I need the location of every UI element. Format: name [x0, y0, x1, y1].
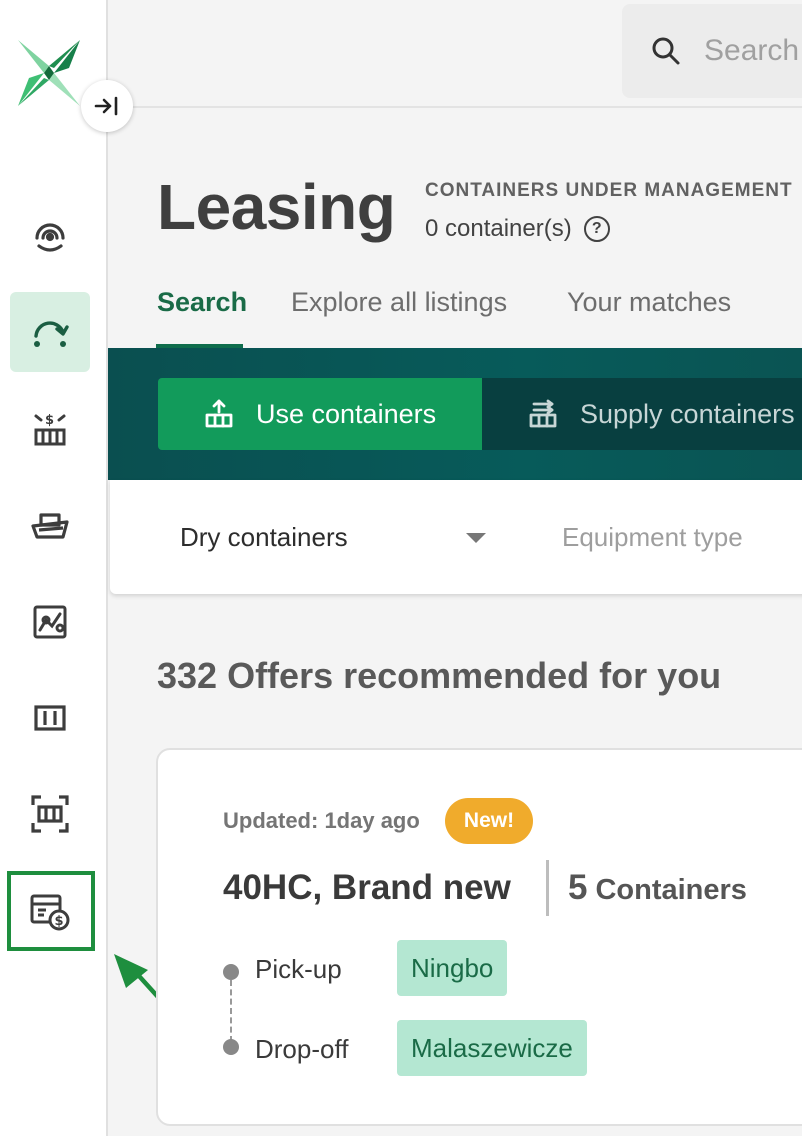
- offer-container-count: 5 Containers: [568, 868, 747, 908]
- pickup-label: Pick-up: [255, 954, 342, 984]
- tab-your-matches[interactable]: Your matches: [567, 287, 731, 318]
- sidebar-item-containers[interactable]: [10, 678, 90, 758]
- collapse-sidebar-button[interactable]: [81, 80, 133, 132]
- svg-text:$: $: [45, 413, 54, 428]
- offers-heading: 332 Offers recommended for you: [157, 655, 722, 696]
- sidebar-item-billing[interactable]: $: [10, 872, 90, 952]
- search-icon: [650, 35, 682, 67]
- containers-count: 0 container(s) ?: [425, 215, 610, 243]
- x-logo[interactable]: [14, 38, 84, 108]
- container-unload-icon: [205, 399, 233, 428]
- supply-containers-label: Supply containers: [580, 398, 795, 429]
- supply-containers-toggle[interactable]: Supply containers: [482, 378, 802, 450]
- container-trade-dollar-icon: $: [34, 413, 66, 446]
- offer-count-value: 5: [568, 868, 588, 907]
- dropoff-label: Drop-off: [255, 1034, 349, 1064]
- global-search[interactable]: [622, 4, 802, 98]
- support-headset-icon: [35, 223, 65, 252]
- container-supply-icon: [529, 399, 557, 428]
- offer-title: 40HC, Brand new: [223, 868, 511, 907]
- sidebar-item-support[interactable]: [10, 196, 90, 276]
- page-title: Leasing: [157, 171, 396, 243]
- tab-explore-all-listings[interactable]: Explore all listings: [291, 287, 507, 318]
- route-map-icon: [33, 605, 67, 639]
- sidebar-item-inspection[interactable]: [10, 774, 90, 854]
- container-icon: [34, 705, 66, 731]
- tab-search[interactable]: Search: [157, 287, 247, 318]
- search-input[interactable]: [702, 33, 802, 69]
- collapse-sidebar-icon: [94, 96, 118, 116]
- offer-divider: [546, 860, 549, 916]
- sidebar-item-trade[interactable]: $: [10, 390, 90, 470]
- svg-text:$: $: [55, 914, 64, 929]
- dropoff-location-chip: Malaszewicze: [397, 1020, 587, 1076]
- sidebar-item-leasing[interactable]: [10, 292, 90, 372]
- pickup-dot-icon: [223, 964, 239, 980]
- use-containers-toggle[interactable]: Use containers: [158, 378, 482, 450]
- search-filters: Dry containers Equipment type: [110, 480, 802, 594]
- container-scan-icon: [31, 795, 69, 833]
- route-connector: [230, 980, 232, 1042]
- dropoff-dot-icon: [223, 1039, 239, 1055]
- use-containers-label: Use containers: [256, 398, 437, 429]
- equipment-type-select[interactable]: Equipment type: [562, 522, 743, 553]
- sidebar-item-routes[interactable]: [10, 582, 90, 662]
- sidebar-nav: $ $: [0, 0, 108, 1136]
- containers-under-management-label: CONTAINERS UNDER MANAGEMENT: [425, 180, 793, 201]
- leasing-arc-arrow-icon: [34, 321, 69, 347]
- top-bar: [108, 0, 802, 108]
- pickup-location-chip: Ningbo: [397, 940, 508, 996]
- offer-count-unit: Containers: [595, 874, 747, 906]
- billing-dollar-icon: $: [30, 894, 70, 931]
- sidebar-item-shipping[interactable]: [10, 486, 90, 566]
- container-count-value: 0 container(s): [425, 215, 572, 242]
- container-type-select[interactable]: Dry containers: [180, 522, 348, 553]
- help-icon[interactable]: ?: [583, 216, 610, 242]
- offer-card[interactable]: Updated: 1day ago New! 40HC, Brand new 5…: [156, 748, 802, 1126]
- new-badge: New!: [445, 798, 533, 844]
- ship-icon: [31, 513, 69, 539]
- chevron-down-icon[interactable]: [466, 533, 486, 543]
- offer-updated-time: Updated: 1day ago: [223, 808, 420, 833]
